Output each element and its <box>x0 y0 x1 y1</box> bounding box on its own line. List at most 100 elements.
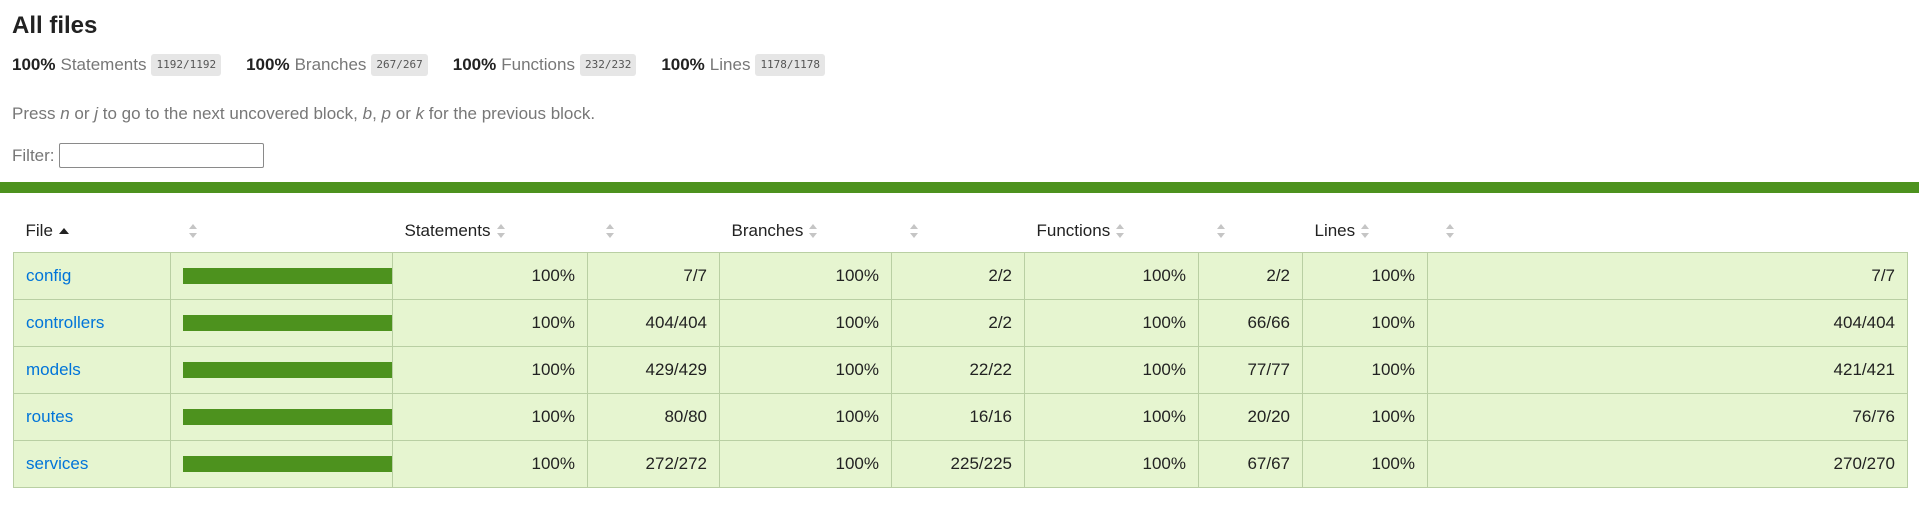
table-row: controllers 100% 404/404 100% 2/2 100% 6… <box>13 298 1908 347</box>
file-link[interactable]: models <box>26 360 81 379</box>
coverage-bar-cell <box>170 392 430 441</box>
instructions-text: or <box>391 104 416 123</box>
branches-fraction: 2/2 <box>891 298 1025 347</box>
file-link[interactable]: services <box>26 454 88 473</box>
lines-pct: 100% <box>1302 439 1428 488</box>
statements-fraction: 404/404 <box>587 298 720 347</box>
functions-pct: 100% <box>1024 392 1199 441</box>
filter-label: Filter: <box>12 145 55 165</box>
functions-fraction: 2/2 <box>1198 251 1303 300</box>
summary-pct: 100% <box>661 55 705 74</box>
coverage-status-bar <box>0 182 1919 193</box>
table-row: config 100% 7/7 100% 2/2 100% 2/2 100% 7… <box>13 251 1908 300</box>
header-label: File <box>25 220 53 240</box>
key-b: b <box>362 104 373 123</box>
functions-fraction: 77/77 <box>1198 345 1303 394</box>
statements-fraction: 7/7 <box>587 251 720 300</box>
table-header-row: File Statements Branches Functions Lines <box>13 210 1908 252</box>
coverage-bar-cell <box>170 298 430 347</box>
lines-fraction: 404/404 <box>1427 298 1908 347</box>
branches-pct: 100% <box>719 298 892 347</box>
header-lines[interactable]: Lines <box>1302 210 1428 252</box>
file-cell: controllers <box>13 298 171 347</box>
statements-pct: 100% <box>392 392 588 441</box>
summary-branches: 100% Branches 267/267 <box>246 54 428 76</box>
page-title: All files <box>12 12 98 39</box>
table-row: services 100% 272/272 100% 225/225 100% … <box>13 439 1908 488</box>
table-row: models 100% 429/429 100% 22/22 100% 77/7… <box>13 345 1908 394</box>
statements-fraction: 80/80 <box>587 392 720 441</box>
header-file-bar[interactable] <box>170 210 393 252</box>
statements-pct: 100% <box>392 298 588 347</box>
key-k: k <box>415 104 425 123</box>
summary-label: Lines <box>709 55 751 74</box>
header-file[interactable]: File <box>13 210 171 252</box>
sort-icon <box>188 224 198 239</box>
instructions-text: , <box>372 104 382 123</box>
branches-fraction: 22/22 <box>891 345 1025 394</box>
instructions-text: for the previous block. <box>424 104 596 123</box>
summary-fraction: 1178/1178 <box>755 54 826 76</box>
statements-fraction: 272/272 <box>587 439 720 488</box>
key-p: p <box>381 104 392 123</box>
functions-pct: 100% <box>1024 298 1199 347</box>
filter-input[interactable] <box>58 143 264 168</box>
header-lines-raw[interactable] <box>1427 210 1908 252</box>
file-cell: models <box>13 345 171 394</box>
file-link[interactable]: controllers <box>26 313 104 332</box>
functions-pct: 100% <box>1024 251 1199 300</box>
functions-fraction: 67/67 <box>1198 439 1303 488</box>
header-branches-raw[interactable] <box>891 210 1025 252</box>
coverage-bar-cell <box>170 439 430 488</box>
file-cell: routes <box>13 392 171 441</box>
functions-pct: 100% <box>1024 439 1199 488</box>
header-label: Branches <box>731 220 804 240</box>
sort-icon <box>496 224 506 239</box>
keyboard-instructions: Press n or j to go to the next uncovered… <box>12 104 595 124</box>
header-branches[interactable]: Branches <box>719 210 892 252</box>
instructions-text: to go to the next uncovered block, <box>98 104 363 123</box>
table-row: routes 100% 80/80 100% 16/16 100% 20/20 … <box>13 392 1908 441</box>
sort-ascending-icon <box>58 228 69 235</box>
lines-fraction: 76/76 <box>1427 392 1908 441</box>
lines-fraction: 7/7 <box>1427 251 1908 300</box>
header-statements-raw[interactable] <box>587 210 720 252</box>
summary-fraction: 1192/1192 <box>151 54 222 76</box>
key-n: n <box>60 104 70 123</box>
branches-pct: 100% <box>719 439 892 488</box>
summary-pct: 100% <box>452 55 497 74</box>
sort-icon <box>1216 224 1226 239</box>
summary-fraction: 232/232 <box>579 54 637 76</box>
lines-pct: 100% <box>1302 251 1428 300</box>
lines-pct: 100% <box>1302 345 1428 394</box>
summary-pct: 100% <box>12 55 56 74</box>
coverage-summary: 100% Statements 1192/1192 100% Branches … <box>12 52 850 78</box>
summary-statements: 100% Statements 1192/1192 <box>12 54 222 76</box>
branches-pct: 100% <box>719 345 892 394</box>
header-statements[interactable]: Statements <box>392 210 588 252</box>
branches-fraction: 16/16 <box>891 392 1025 441</box>
statements-pct: 100% <box>392 439 588 488</box>
coverage-table: File Statements Branches Functions Lines… <box>13 210 1908 488</box>
header-label: Functions <box>1036 220 1111 240</box>
sort-icon <box>1445 224 1455 239</box>
sort-icon <box>1361 224 1370 239</box>
functions-pct: 100% <box>1024 345 1199 394</box>
instructions-text: Press <box>12 104 61 123</box>
summary-pct: 100% <box>246 55 290 74</box>
header-functions[interactable]: Functions <box>1024 210 1199 252</box>
file-link[interactable]: config <box>26 266 71 285</box>
header-functions-raw[interactable] <box>1198 210 1303 252</box>
lines-pct: 100% <box>1302 298 1428 347</box>
filter-row: Filter: <box>12 143 264 168</box>
functions-fraction: 20/20 <box>1198 392 1303 441</box>
sort-icon <box>605 224 615 239</box>
lines-fraction: 270/270 <box>1427 439 1908 488</box>
summary-lines: 100% Lines 1178/1178 <box>661 54 826 76</box>
branches-fraction: 2/2 <box>891 251 1025 300</box>
sort-icon <box>809 224 818 239</box>
file-link[interactable]: routes <box>26 407 73 426</box>
summary-fraction: 267/267 <box>371 54 428 76</box>
branches-pct: 100% <box>719 251 892 300</box>
statements-pct: 100% <box>392 345 588 394</box>
